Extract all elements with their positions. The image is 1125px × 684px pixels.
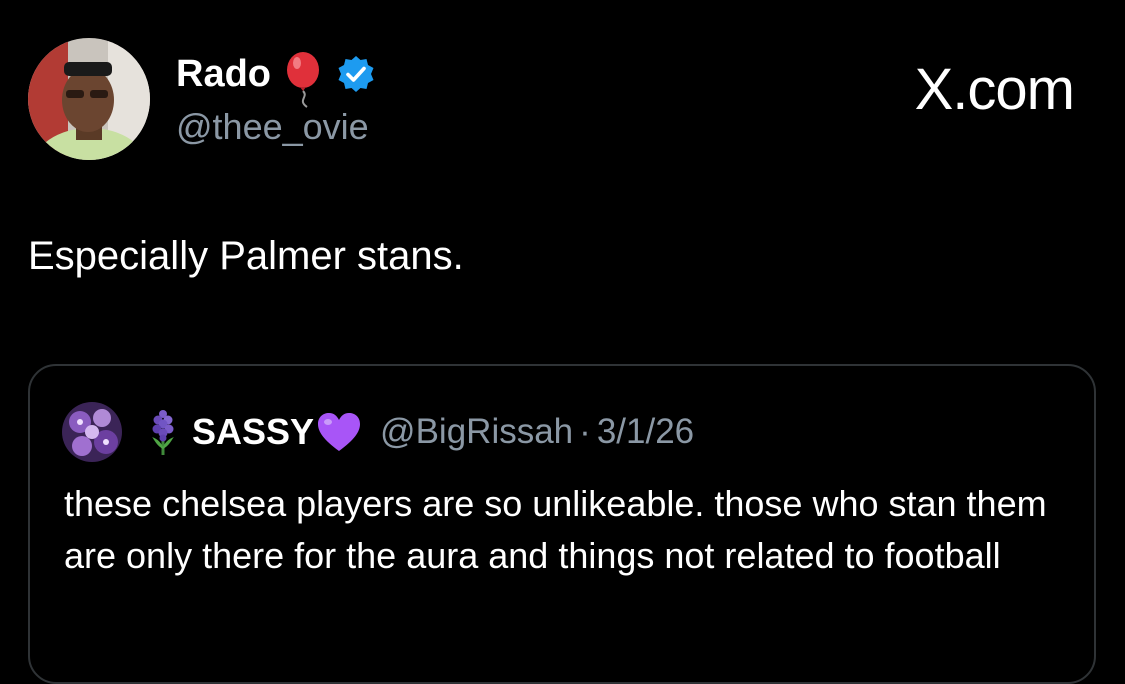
purple-heart-icon	[316, 411, 362, 453]
separator-dot: ·	[579, 412, 591, 451]
author-name[interactable]: Rado	[176, 53, 271, 96]
hyacinth-icon	[148, 409, 178, 455]
balloon-icon	[283, 52, 325, 108]
quoted-tweet-date[interactable]: 3/1/26	[597, 412, 694, 452]
quoted-tweet-header: SASSY @BigRissah · 3/1/26	[62, 402, 694, 462]
person-avatar-icon	[28, 38, 150, 160]
site-label: X.com	[914, 57, 1075, 122]
tweet-text: Especially Palmer stans.	[28, 234, 464, 278]
quoted-tweet-card[interactable]: SASSY @BigRissah · 3/1/26 these chelsea …	[28, 364, 1096, 684]
quoted-author-handle[interactable]: @BigRissah	[380, 412, 573, 452]
quoted-author-name[interactable]: SASSY	[192, 411, 314, 453]
author-name-row: Rado	[176, 50, 375, 108]
verified-badge-icon	[337, 55, 375, 93]
quoted-tweet-text: these chelsea players are so unlikeable.…	[64, 483, 1047, 576]
tweet-header: Rado @thee_ovie X.com	[28, 38, 1098, 162]
author-handle[interactable]: @thee_ovie	[176, 106, 369, 148]
quoted-author-avatar[interactable]	[62, 402, 122, 462]
author-avatar[interactable]	[28, 38, 150, 160]
purple-flowers-avatar-icon	[62, 402, 122, 462]
